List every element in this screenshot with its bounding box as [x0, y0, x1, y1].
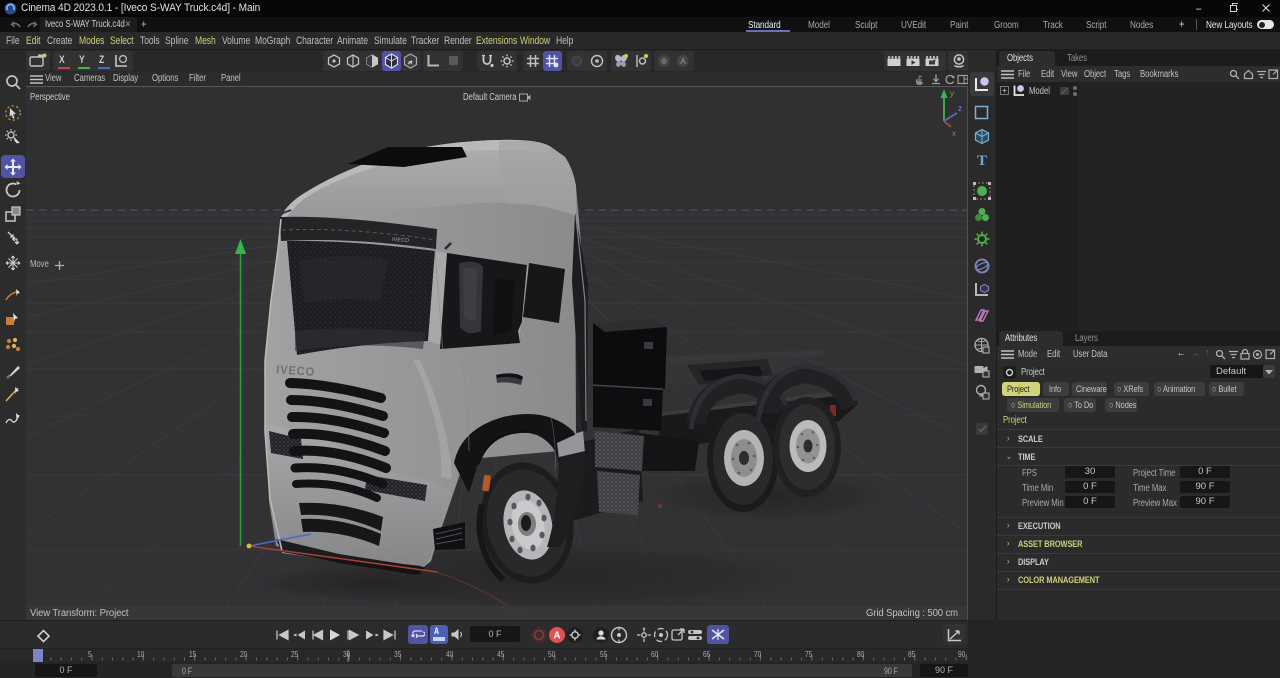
svg-text:z: z	[958, 104, 962, 113]
svg-text:IVECO: IVECO	[392, 237, 410, 244]
svg-text:y: y	[950, 89, 954, 98]
svg-text:A: A	[553, 631, 560, 642]
svg-text:T: T	[977, 153, 987, 169]
svg-text:x: x	[952, 129, 956, 138]
svg-text:A: A	[680, 57, 686, 66]
